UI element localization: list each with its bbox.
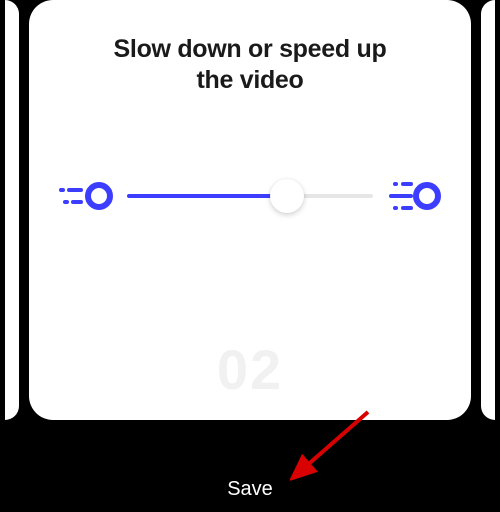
speed-slider-area [59,179,441,213]
slider-thumb[interactable] [270,179,304,213]
card-title: Slow down or speed upthe video [114,34,387,97]
fast-icon [387,179,441,213]
save-button[interactable]: Save [227,478,273,501]
carousel-container: Slow down or speed upthe video [0,0,500,440]
slow-icon [59,179,113,213]
speed-control-card: Slow down or speed upthe video [29,0,471,420]
slider-track-fill [127,194,287,198]
next-card-edge[interactable] [481,0,495,420]
slide-number: 02 [217,337,283,402]
bottom-bar: Save [0,440,500,512]
prev-card-edge[interactable] [5,0,19,420]
speed-slider[interactable] [127,179,373,213]
